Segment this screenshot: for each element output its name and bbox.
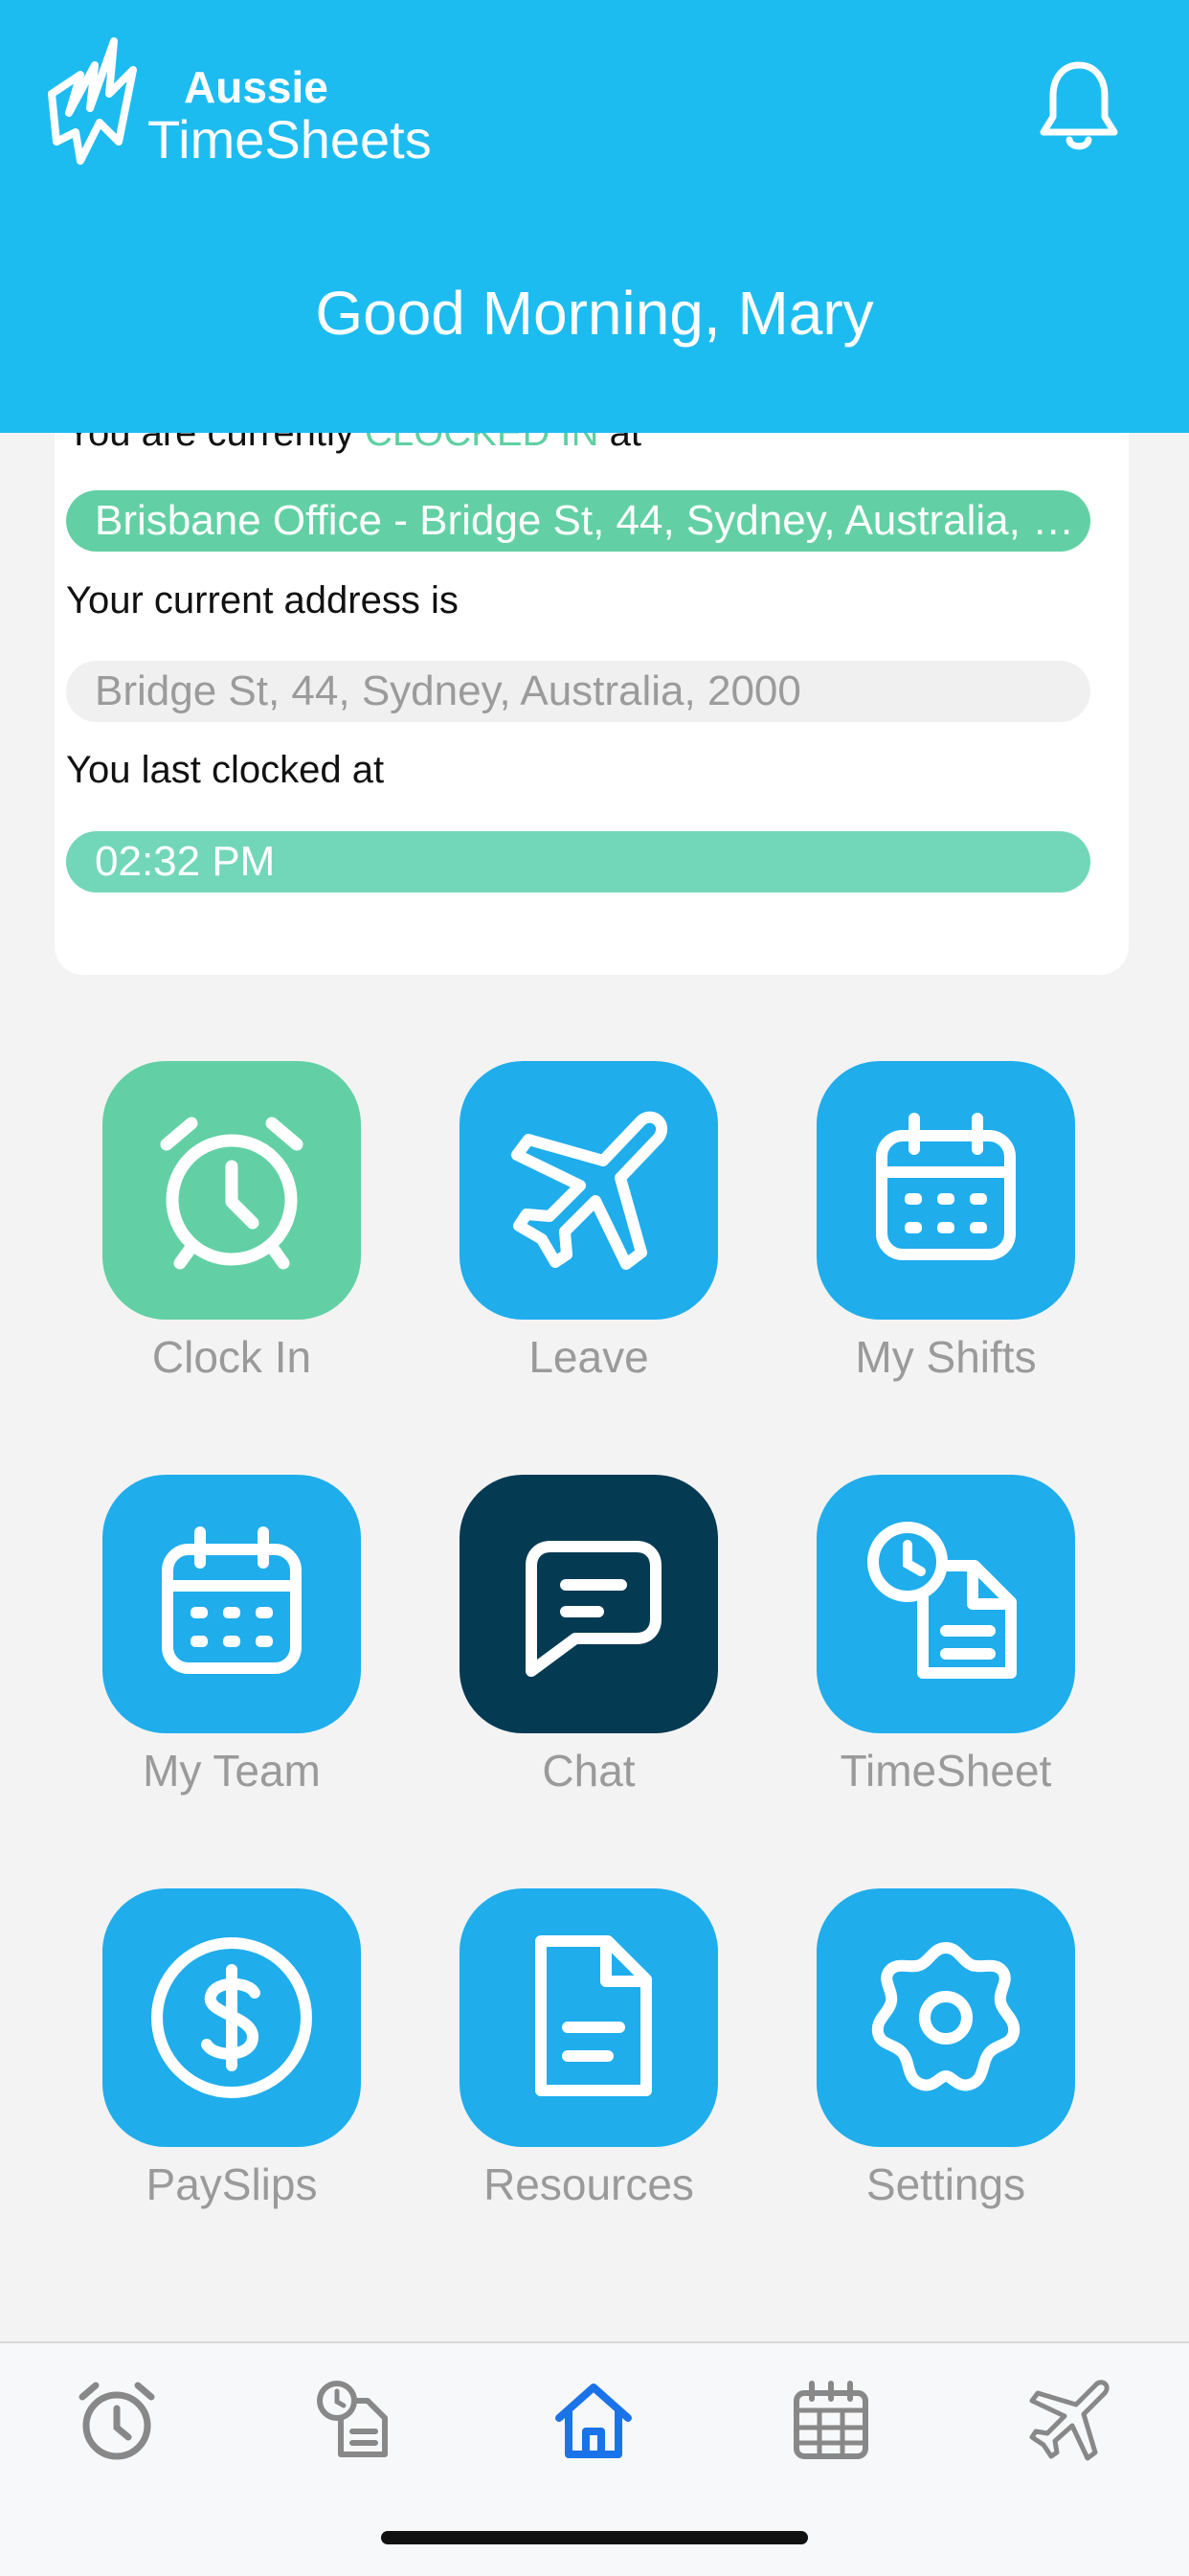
leave-label: Leave xyxy=(528,1332,649,1382)
airplane-icon xyxy=(1029,2380,1110,2461)
chat-label: Chat xyxy=(542,1746,636,1796)
logo-text-aussie: Aussie xyxy=(184,62,328,112)
tab-leave[interactable] xyxy=(1021,2372,1116,2468)
alarm-clock-icon xyxy=(79,2382,155,2460)
timesheet-doc-icon xyxy=(317,2381,388,2457)
settings-label: Settings xyxy=(865,2159,1026,2209)
tab-timesheet[interactable] xyxy=(306,2372,402,2468)
clock-in-tile[interactable] xyxy=(102,1061,361,1320)
my-shifts-tile[interactable] xyxy=(817,1061,1075,1320)
tab-shifts[interactable] xyxy=(783,2372,879,2468)
resources-label: Resources xyxy=(483,2159,694,2209)
timesheet-tile[interactable] xyxy=(817,1475,1075,1733)
leave-tile[interactable] xyxy=(460,1061,718,1320)
payslips-label: PaySlips xyxy=(146,2159,318,2209)
app-header: Aussie TimeSheets Good Morning, Mary xyxy=(0,0,1189,433)
timesheet-doc-icon xyxy=(867,1522,1017,1679)
greeting-text: Good Morning, Mary xyxy=(315,279,874,348)
calendar-icon xyxy=(876,1113,1016,1260)
alarm-clock-icon xyxy=(160,1117,303,1270)
document-icon xyxy=(535,1935,652,2096)
current-address-pill: Bridge St, 44, Sydney, Australia, 2000 xyxy=(66,661,1090,722)
my-team-tile[interactable] xyxy=(102,1475,361,1733)
clocked-location-pill: Brisbane Office - Bridge St, 44, Sydney,… xyxy=(66,490,1090,552)
home-icon xyxy=(555,2384,632,2458)
gear-icon xyxy=(871,1942,1021,2091)
resources-tile[interactable] xyxy=(460,1888,718,2147)
home-indicator xyxy=(381,2531,808,2544)
logo-text-timesheets: TimeSheets xyxy=(147,109,432,169)
clock-status-card: You are currently CLOCKED IN at Brisbane… xyxy=(55,383,1129,975)
calendar-icon xyxy=(162,1526,302,1674)
last-clocked-time-pill: 02:32 PM xyxy=(66,831,1090,893)
chat-tile[interactable] xyxy=(460,1475,718,1733)
airplane-icon xyxy=(511,1111,668,1270)
last-clocked-label: You last clocked at xyxy=(66,749,385,791)
settings-tile[interactable] xyxy=(817,1888,1075,2147)
logo-mark-icon xyxy=(48,37,137,165)
notifications-bell-icon[interactable] xyxy=(1036,57,1122,153)
chat-bubble-icon xyxy=(526,1541,662,1677)
my-shifts-label: My Shifts xyxy=(855,1332,1037,1382)
my-team-label: My Team xyxy=(143,1746,321,1796)
payslips-tile[interactable] xyxy=(102,1888,361,2147)
clock-in-label: Clock In xyxy=(151,1332,312,1382)
dollar-coin-icon xyxy=(151,1937,312,2098)
tab-home[interactable] xyxy=(546,2372,641,2468)
timesheet-label: TimeSheet xyxy=(840,1746,1052,1796)
current-address-label: Your current address is xyxy=(66,579,459,621)
calendar-grid-icon xyxy=(794,2381,868,2459)
tab-clock-in[interactable] xyxy=(69,2372,165,2468)
aussie-timesheets-logo: Aussie TimeSheets xyxy=(42,36,432,170)
